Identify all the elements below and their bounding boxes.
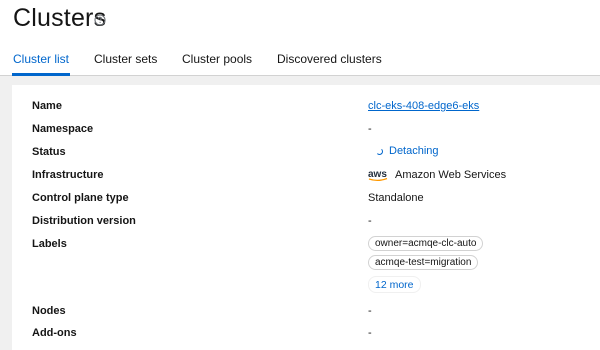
control-plane-label: Control plane type [32,192,129,204]
svg-text:aws: aws [368,169,387,180]
infrastructure-value: Amazon Web Services [395,169,507,181]
tab-discovered-clusters[interactable]: Discovered clusters [277,52,382,66]
cluster-name-link[interactable]: clc-eks-408-edge6-eks [368,100,479,112]
namespace-value: - [368,123,372,135]
namespace-label: Namespace [32,123,94,135]
control-plane-value: Standalone [368,192,424,204]
spinner-icon [376,147,383,155]
status-value[interactable]: Detaching [376,145,439,157]
page-title: Clusters [13,4,107,32]
nodes-label: Nodes [32,305,66,317]
more-labels-button[interactable]: 12 more [368,276,421,293]
status-label: Status [32,146,66,158]
label-chip: owner=acmqe-clc-auto [368,236,484,251]
question-circle-icon[interactable] [94,14,106,26]
tab-cluster-list[interactable]: Cluster list [13,52,69,66]
distribution-value: - [368,215,372,227]
label-chip: acmqe-test=migration [368,255,479,270]
status-text: Detaching [389,145,439,157]
distribution-label: Distribution version [32,215,136,227]
aws-logo-icon: aws [368,169,387,182]
cluster-details-card: Name clc-eks-408-edge6-eks Namespace - S… [12,85,600,350]
page-header: Clusters Cluster list Cluster sets Clust… [0,0,600,76]
cluster-tabs: Cluster list Cluster sets Cluster pools … [0,52,600,76]
name-label: Name [32,100,62,112]
tab-cluster-sets[interactable]: Cluster sets [94,52,157,66]
active-tab-indicator [12,73,70,76]
nodes-value: - [368,305,372,317]
addons-value: - [368,327,372,339]
labels-label: Labels [32,238,67,250]
tab-cluster-pools[interactable]: Cluster pools [182,52,252,66]
addons-label: Add-ons [32,327,77,339]
infrastructure-label: Infrastructure [32,169,104,181]
